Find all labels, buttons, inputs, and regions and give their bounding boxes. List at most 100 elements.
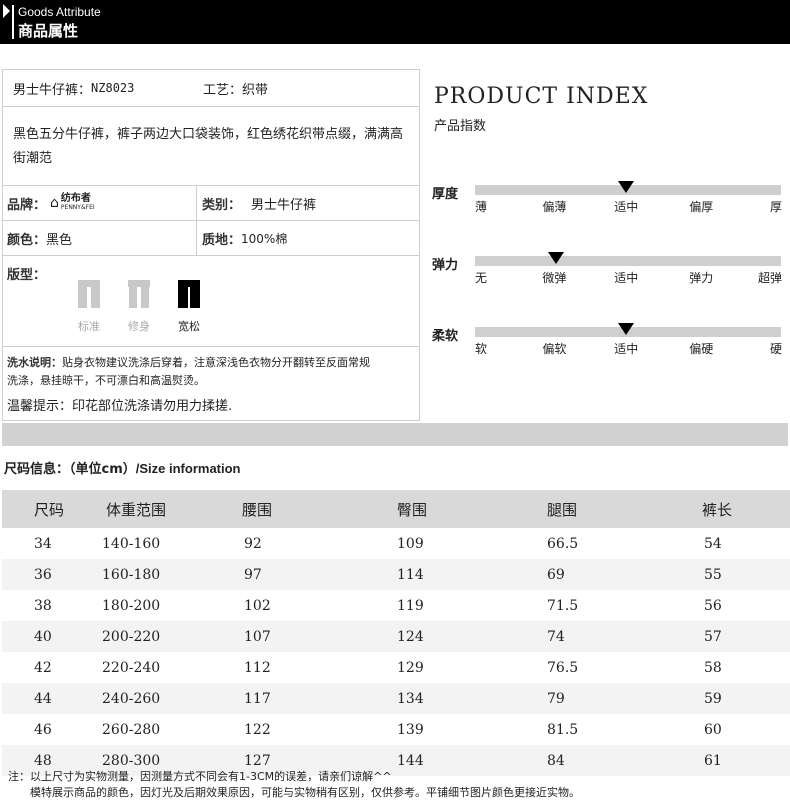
table-cell: 119 [397, 597, 424, 614]
table-cell: 97 [242, 559, 397, 590]
header-title-en: Goods Attribute [18, 5, 101, 19]
material-value: 100%棉 [241, 231, 288, 246]
attr-row-name: 男士牛仔裤： NZ8023 工艺： 织带 [3, 70, 419, 107]
column-header: 腿围 [547, 490, 702, 528]
scale-tick: 偏硬 [689, 342, 714, 356]
note-line-1: 注：以上尺寸为实物测量，因测量方式不同会有1-3CM的误差，请亲们谅解^^ [8, 770, 392, 783]
table-cell: 34 [34, 535, 52, 552]
arrow-icon [3, 4, 10, 18]
table-cell: 107 [242, 621, 397, 652]
table-cell: 59 [702, 683, 790, 714]
column-header: 体重范围 [102, 490, 242, 528]
pants-icon [78, 280, 100, 308]
table-cell: 114 [397, 559, 547, 590]
scale-tick: 适中 [614, 271, 639, 285]
table-cell: 200-220 [102, 621, 242, 652]
table-cell: 102 [244, 597, 271, 614]
table-header-row: 尺码 体重范围 腰围 臀围 腿围 裤长 [2, 490, 790, 528]
product-name-label: 男士牛仔裤： [13, 82, 92, 98]
table-cell: 57 [702, 621, 790, 652]
table-cell: 54 [704, 535, 722, 552]
size-title-cn: 尺码信息：（单位cm） [4, 462, 136, 477]
product-code: NZ8023 [91, 81, 135, 95]
table-cell: 55 [702, 559, 790, 590]
brand-logo: ⌂ 纺布者 PENNY&FEI [50, 194, 95, 212]
category-value: 男士牛仔裤 [251, 197, 317, 213]
table-cell: 38 [34, 597, 52, 614]
table-cell: 71.5 [547, 597, 579, 614]
pants-icon [178, 280, 200, 308]
table-cell: 36 [2, 559, 102, 590]
table-row: 46 260-280 122 139 81.5 60 [2, 714, 790, 745]
table-row: 34 140-160 92 109 66.5 54 [2, 528, 790, 559]
brand-sub: PENNY&FEI [60, 204, 95, 211]
wash-instructions: 洗水说明：贴身衣物建议洗涤后穿着，注意深浅色衣物分开翻转至反面常规 洗涤，悬挂晾… [7, 354, 417, 390]
scale-label: 柔软 [432, 329, 459, 344]
table-cell: 66.5 [547, 535, 579, 552]
section-divider [2, 423, 788, 446]
table-cell: 240-260 [102, 683, 242, 714]
table-cell: 139 [397, 721, 424, 738]
scale-tick: 薄 [475, 200, 488, 214]
house-icon: ⌂ [50, 195, 59, 211]
table-cell: 134 [397, 683, 547, 714]
table-cell: 40 [2, 621, 102, 652]
table-cell: 42 [34, 659, 52, 676]
table-row: 38 180-200 102 119 71.5 56 [2, 590, 790, 621]
scale-marker [618, 181, 635, 193]
table-cell: 160-180 [102, 559, 242, 590]
table-cell: 129 [397, 659, 424, 676]
fit-label: 版型： [7, 268, 47, 283]
table-row: 42 220-240 112 129 76.5 58 [2, 652, 790, 683]
table-cell: 60 [704, 721, 722, 738]
size-table-body: 34 140-160 92 109 66.5 54 36 160-180 97 114 69 55 38… [2, 528, 790, 776]
scale-tick: 适中 [614, 200, 639, 214]
divider [12, 5, 14, 39]
scale-label: 弹力 [432, 258, 459, 273]
table-cell: 92 [244, 535, 262, 552]
column-header: 裤长 [702, 490, 790, 528]
table-cell: 122 [244, 721, 271, 738]
attr-row-description: 黑色五分牛仔裤，裤子两边大口袋装饰，红色绣花织带点缀，满满高街潮范 [3, 107, 419, 186]
scale-tick: 软 [475, 342, 488, 356]
size-title-en: /Size information [135, 461, 241, 476]
scale-tick: 微弹 [542, 271, 567, 285]
scale-marker [548, 252, 565, 264]
table-cell: 46 [34, 721, 52, 738]
scale-marker [618, 323, 635, 335]
table-cell: 117 [242, 683, 397, 714]
table-cell: 56 [704, 597, 722, 614]
category-label: 类别： [202, 197, 242, 213]
pants-icon [128, 280, 150, 308]
table-cell: 74 [547, 621, 702, 652]
note-line-2: 模特展示商品的颜色，因灯光及后期效果原因，可能与实物稍有区别，仅供参考。平铺细节… [30, 786, 580, 799]
header-title-cn: 商品属性 [18, 22, 79, 40]
scale-tick: 偏软 [542, 342, 567, 356]
fit-label-slim: 修身 [128, 320, 150, 333]
size-table: 尺码 体重范围 腰围 臀围 腿围 裤长 34 140-160 92 109 66.5 54… [2, 490, 790, 776]
divider [196, 186, 197, 220]
table-cell: 69 [547, 559, 702, 590]
divider [196, 221, 197, 255]
scale-tick: 硬 [770, 342, 783, 356]
wash-text-1: 贴身衣物建议洗涤后穿着，注意深浅色衣物分开翻转至反面常规 [62, 356, 370, 369]
table-cell: 124 [397, 621, 547, 652]
scale-tick: 弹力 [689, 271, 714, 285]
size-info-title: 尺码信息：（单位cm）/Size information [4, 458, 241, 477]
scale-tick: 适中 [614, 342, 639, 356]
fit-label-loose: 宽松 [178, 320, 200, 333]
care-tip: 温馨提示：印花部位洗涤请勿用力揉搓. [7, 399, 233, 414]
table-cell: 58 [704, 659, 722, 676]
scale-tick: 超弹 [758, 271, 783, 285]
attr-row-fit: 版型： 标准 修身 宽松 [3, 256, 419, 347]
scale-tick: 无 [475, 271, 488, 285]
brand-label: 品牌： [7, 197, 47, 213]
attr-row-color: 颜色： 黑色 质地： 100%棉 [3, 221, 419, 256]
brand-name: 纺布者 [60, 193, 91, 204]
wash-label: 洗水说明： [7, 356, 62, 369]
column-header: 尺码 [2, 490, 102, 528]
table-cell: 81.5 [547, 721, 579, 738]
table-cell: 44 [2, 683, 102, 714]
table-cell: 84 [547, 745, 702, 776]
scale-track [475, 256, 781, 266]
